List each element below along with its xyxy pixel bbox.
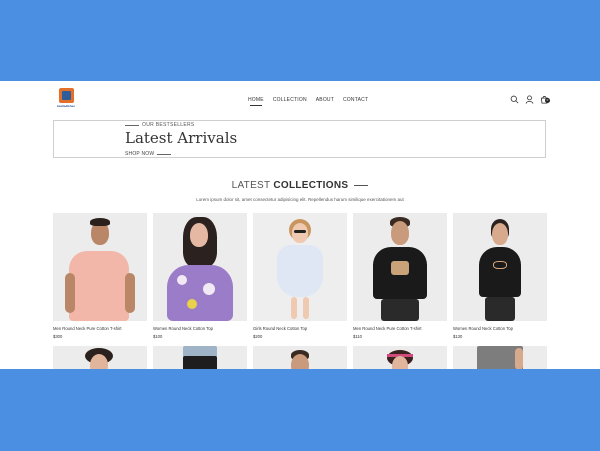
product-name[interactable]: Men Round Neck Pure Cotton T-shirt xyxy=(353,326,447,331)
product-image[interactable] xyxy=(453,346,547,369)
sunglasses xyxy=(294,230,306,233)
divider-line xyxy=(125,124,139,126)
figure-pants xyxy=(183,356,217,369)
banner-subtitle-row: OUR BESTSELLERS xyxy=(125,122,195,128)
collections-description: Lorem ipsum dolor sit, amet consectetur … xyxy=(196,197,404,202)
banner-title: Latest Arrivals xyxy=(125,129,238,147)
figure-dress xyxy=(277,245,323,297)
divider-line xyxy=(354,184,369,186)
product-image[interactable] xyxy=(53,213,147,321)
product-image[interactable] xyxy=(253,213,347,321)
figure-arm xyxy=(515,348,523,369)
figure-arm xyxy=(125,273,135,313)
product-card[interactable]: Women Round Neck Cotton Top $130 xyxy=(453,213,547,339)
figure-head xyxy=(90,354,108,369)
figure-pants xyxy=(381,299,419,321)
floral-pattern xyxy=(187,299,197,309)
product-card[interactable] xyxy=(153,346,247,369)
figure-torso xyxy=(479,247,521,297)
product-price: $200 xyxy=(253,334,263,339)
product-card[interactable] xyxy=(53,346,147,369)
product-image[interactable] xyxy=(453,213,547,321)
nav-contact[interactable]: CONTACT xyxy=(343,97,368,103)
user-icon[interactable] xyxy=(525,95,534,104)
product-name[interactable]: Men Round Neck Pure Cotton T-shirt xyxy=(53,326,147,331)
nav-collection[interactable]: COLLECTION xyxy=(273,97,307,103)
product-name[interactable]: Women Round Neck Cotton Top xyxy=(453,326,547,331)
shop-now-link[interactable]: SHOP NOW xyxy=(125,151,172,157)
product-card[interactable]: Women Round Neck Cotton Top $100 xyxy=(153,213,247,339)
product-image[interactable] xyxy=(153,346,247,369)
figure-head xyxy=(492,223,508,245)
hero-banner: OUR BESTSELLERS Latest Arrivals SHOP NOW xyxy=(53,120,546,158)
collections-title-bold: COLLECTIONS xyxy=(273,180,349,191)
main-nav: HOME COLLECTION ABOUT CONTACT xyxy=(248,97,368,106)
shop-now-label: SHOP NOW xyxy=(125,151,155,157)
figure-head xyxy=(190,223,208,247)
product-card[interactable]: Men Round Neck Pure Cotton T-shirt $110 xyxy=(353,213,447,339)
figure-head xyxy=(392,356,408,369)
logo-mark xyxy=(59,88,74,103)
nav-about[interactable]: ABOUT xyxy=(316,97,334,103)
floral-pattern xyxy=(203,283,215,295)
product-image[interactable] xyxy=(353,346,447,369)
webpage: kaaltadikhao HOME COLLECTION ABOUT CONTA… xyxy=(0,81,600,369)
collections-heading: LATEST COLLECTIONS xyxy=(0,180,600,191)
floral-pattern xyxy=(177,275,187,285)
figure-pants xyxy=(485,297,515,321)
product-image[interactable] xyxy=(353,213,447,321)
figure-torso xyxy=(69,251,129,321)
figure-leg xyxy=(291,297,297,319)
product-card[interactable] xyxy=(253,346,347,369)
product-price: $100 xyxy=(153,334,163,339)
site-header: kaaltadikhao HOME COLLECTION ABOUT CONTA… xyxy=(0,81,600,117)
product-price: $130 xyxy=(453,334,463,339)
product-card[interactable] xyxy=(453,346,547,369)
figure-arm xyxy=(65,273,75,313)
product-grid: Men Round Neck Pure Cotton T-shirt $300 … xyxy=(53,213,547,339)
product-image[interactable] xyxy=(153,213,247,321)
banner-subtitle: OUR BESTSELLERS xyxy=(142,122,195,128)
cart-icon[interactable]: 0 xyxy=(540,95,550,104)
figure-leg xyxy=(303,297,309,319)
header-icons: 0 xyxy=(510,95,550,104)
print-graphic xyxy=(391,261,409,275)
product-card[interactable]: Girls Round Neck Cotton Top $200 xyxy=(253,213,347,339)
product-card[interactable]: Men Round Neck Pure Cotton T-shirt $300 xyxy=(53,213,147,339)
product-price: $300 xyxy=(53,334,63,339)
figure-torso xyxy=(167,265,233,321)
product-image[interactable] xyxy=(53,346,147,369)
figure-head xyxy=(291,354,309,369)
cart-count-badge: 0 xyxy=(545,98,550,103)
collections-title-light: LATEST xyxy=(231,180,271,191)
search-icon[interactable] xyxy=(510,95,519,104)
divider-line xyxy=(157,153,172,155)
product-card[interactable] xyxy=(353,346,447,369)
print-graphic xyxy=(493,261,507,269)
brand-logo[interactable]: kaaltadikhao xyxy=(57,88,79,110)
product-grid-row-2 xyxy=(53,346,547,369)
figure-head xyxy=(391,221,409,245)
figure-head xyxy=(292,223,308,243)
product-name[interactable]: Women Round Neck Cotton Top xyxy=(153,326,247,331)
figure-hair xyxy=(90,218,110,226)
brand-name: kaaltadikhao xyxy=(57,104,76,108)
product-image[interactable] xyxy=(253,346,347,369)
nav-home[interactable]: HOME xyxy=(248,97,264,106)
product-name[interactable]: Girls Round Neck Cotton Top xyxy=(253,326,347,331)
product-price: $110 xyxy=(353,334,363,339)
